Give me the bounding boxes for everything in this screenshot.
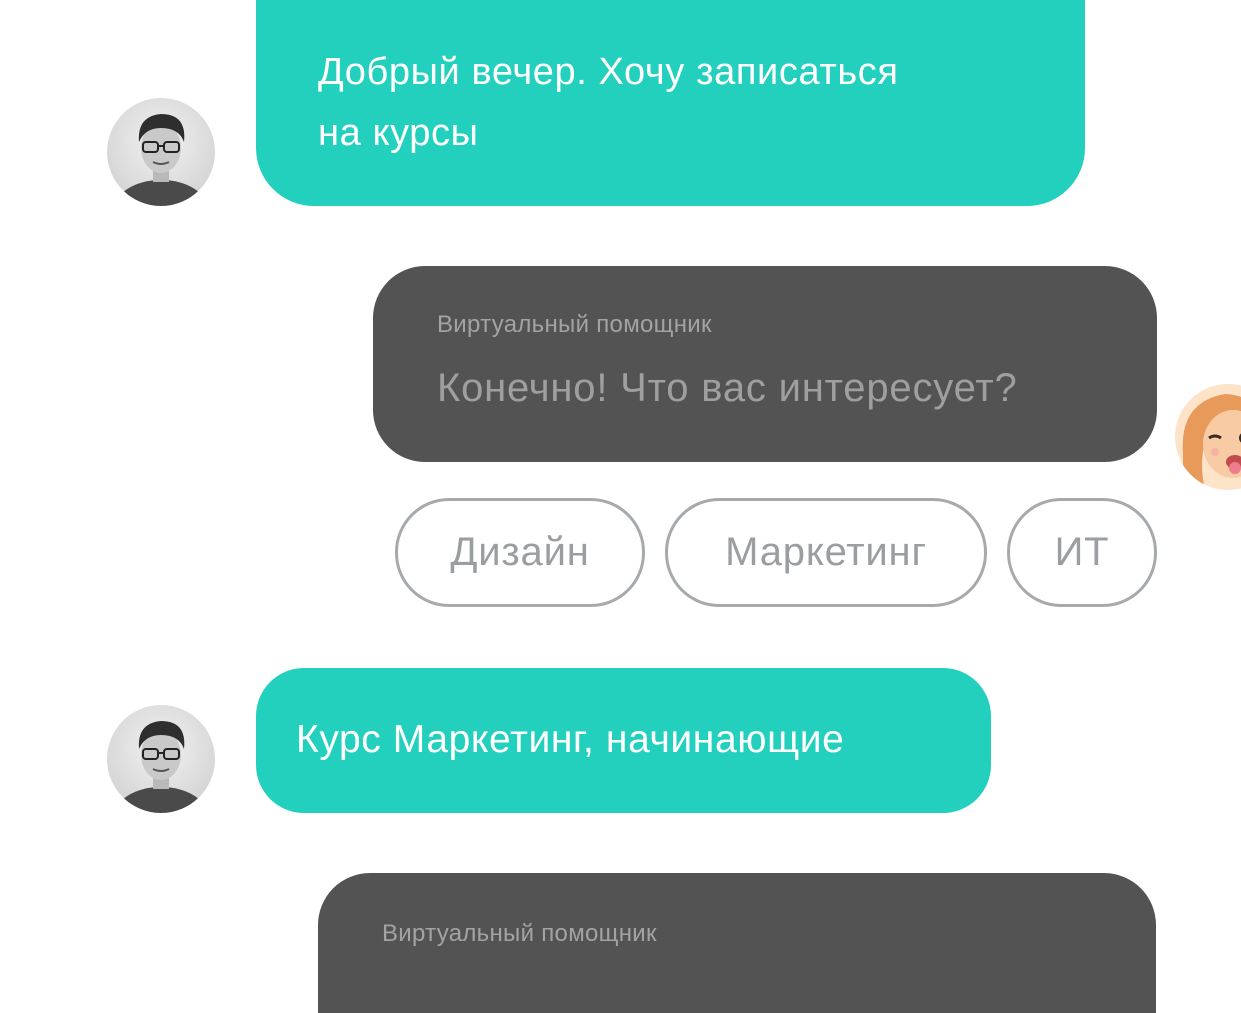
- user-message-text: Курс Маркетинг, начинающие: [296, 718, 845, 761]
- user-message-bubble: Курс Маркетинг, начинающие: [256, 668, 991, 813]
- assistant-message-bubble: Виртуальный помощник: [318, 873, 1156, 1013]
- assistant-avatar: [1175, 384, 1241, 490]
- user-avatar: [107, 705, 215, 813]
- option-chip-design[interactable]: Дизайн: [395, 498, 645, 607]
- assistant-message-text: Конечно! Что вас интересует?: [437, 366, 1018, 410]
- assistant-sender-name: Виртуальный помощник: [382, 920, 657, 947]
- option-chip-it[interactable]: ИТ: [1007, 498, 1157, 607]
- assistant-sender-name: Виртуальный помощник: [437, 311, 712, 338]
- option-chip-marketing[interactable]: Маркетинг: [665, 498, 987, 607]
- assistant-message-bubble: Виртуальный помощник Конечно! Что вас ин…: [373, 266, 1157, 462]
- chat-thread: Добрый вечер. Хочу записаться на курсы Ви…: [0, 0, 1241, 1013]
- user-message-text: Добрый вечер. Хочу записаться на курсы: [318, 51, 899, 154]
- user-avatar: [107, 98, 215, 206]
- user-message-bubble: Добрый вечер. Хочу записаться на курсы: [256, 0, 1085, 206]
